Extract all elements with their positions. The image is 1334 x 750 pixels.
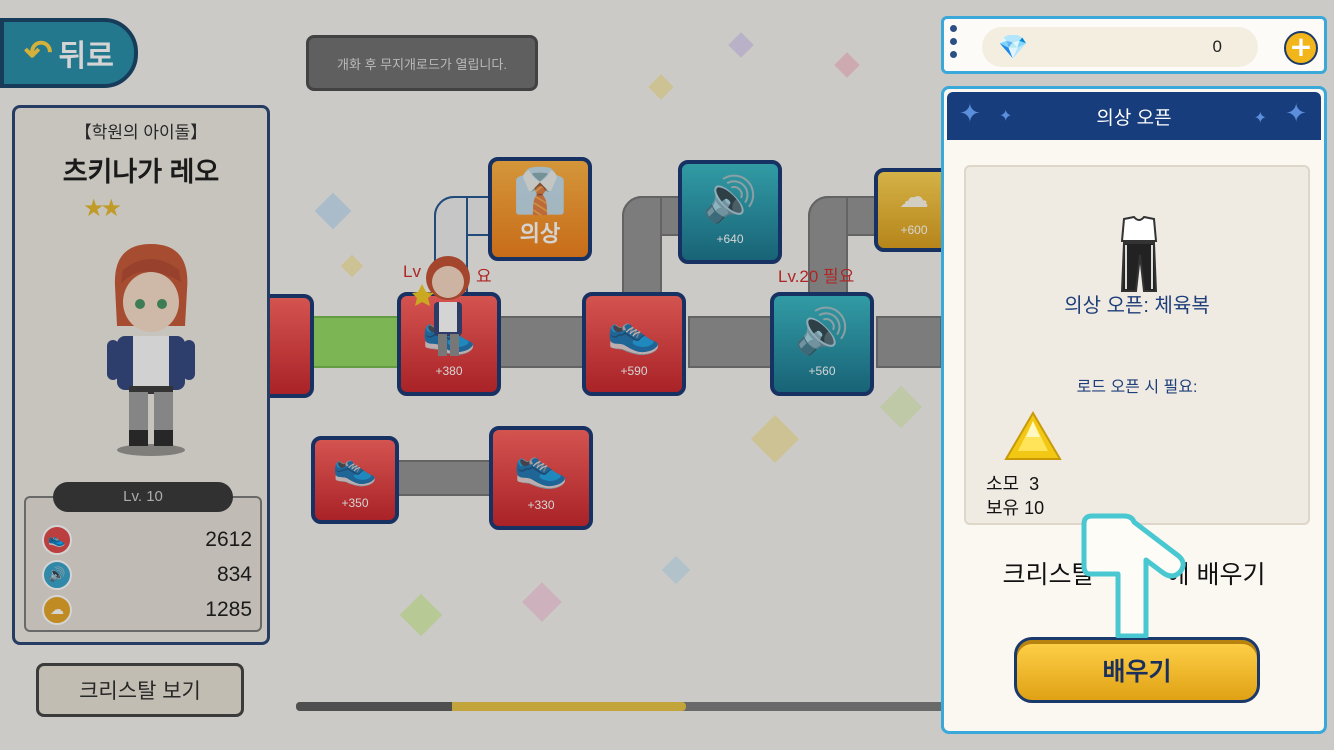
shoe-icon: 👟 xyxy=(42,525,72,555)
back-arrow-icon: ↶ xyxy=(24,34,53,72)
requirement-label: 로드 오픈 시 필요: xyxy=(1076,379,1198,396)
dots-decor xyxy=(950,25,957,58)
sound-icon: 🔊 xyxy=(794,306,850,357)
road-segment xyxy=(498,316,588,368)
character-name: 츠키나가 레오 xyxy=(62,157,220,187)
learn-button[interactable]: 배우기 xyxy=(1014,637,1260,703)
rainbow-road-tooltip: 개화 후 무지개로드가 열립니다. xyxy=(306,35,538,91)
confetti-decor xyxy=(879,385,923,429)
level-pill: Lv. 10 xyxy=(53,482,233,512)
character-portrait xyxy=(107,244,195,456)
rarity-stars: ★★ xyxy=(83,194,122,222)
confetti-decor xyxy=(661,555,691,585)
node-value: +380 xyxy=(435,364,463,378)
gym-uniform-icon xyxy=(1120,215,1158,292)
road-node-sound[interactable]: 🔊 +560 xyxy=(770,292,874,396)
character-marker xyxy=(412,256,470,356)
node-costume-label: 의상 xyxy=(519,221,561,246)
confetti-decor xyxy=(314,192,352,230)
sparkle-icon: ✦ xyxy=(959,98,981,128)
consume-label: 소모 xyxy=(986,474,1020,494)
road-node-partial[interactable] xyxy=(270,294,314,398)
sparkle-icon: ✦ xyxy=(999,108,1013,125)
sound-icon: 🔊 xyxy=(42,560,72,590)
road-segment xyxy=(396,460,494,496)
stat-value: 1285 xyxy=(205,598,252,621)
confetti-decor xyxy=(399,593,443,637)
node-value: +590 xyxy=(620,364,648,378)
stat-row-shoe: 👟 2612 xyxy=(42,524,252,556)
yellow-crystal-icon xyxy=(1004,411,1062,460)
road-segment xyxy=(876,316,942,368)
owned-label: 보유 xyxy=(986,498,1020,518)
add-gems-button[interactable]: + xyxy=(1284,31,1318,65)
owned-row: 보유 10 xyxy=(986,496,1044,520)
confetti-decor xyxy=(648,74,674,100)
stat-value: 834 xyxy=(216,563,252,586)
road-progress-fill xyxy=(296,702,686,711)
node-value: +350 xyxy=(341,496,369,510)
confetti-decor xyxy=(522,582,562,622)
confetti-decor xyxy=(728,32,754,58)
confetti-decor xyxy=(834,52,860,78)
sparkle-icon: ✦ xyxy=(1253,110,1267,127)
shoe-icon: 👟 xyxy=(513,440,569,491)
back-button-label: 뒤로 xyxy=(58,40,114,73)
stat-value: 2612 xyxy=(205,528,252,551)
diamond-icon: 💎 xyxy=(998,33,1028,61)
sound-icon: 🔊 xyxy=(702,174,758,225)
road-node-sound[interactable]: 🔊 +640 xyxy=(678,160,782,264)
shoe-icon: 👟 xyxy=(606,306,662,357)
panel-title: 의상 오픈 xyxy=(1096,107,1172,129)
star-icon: ★ xyxy=(100,194,122,222)
consume-row: 소모 3 xyxy=(986,472,1044,496)
shoe-icon: 👟 xyxy=(332,447,378,488)
node-value: +640 xyxy=(716,232,744,246)
back-button[interactable]: ↶ 뒤로 xyxy=(0,18,138,88)
confetti-decor xyxy=(750,414,800,464)
node-value: +330 xyxy=(527,498,555,512)
character-subtitle: 【학원의 아이돌】 xyxy=(74,123,208,142)
reward-card: 의상 오픈: 체육복 로드 오픈 시 필요: 소모 3 보유 10 xyxy=(964,165,1310,525)
road-progress-bar xyxy=(296,702,946,711)
node-value: +560 xyxy=(808,364,836,378)
road-node-shoe[interactable]: 👟 +350 xyxy=(311,436,399,524)
stat-box: 👟 2612 🔊 834 ☁ 1285 xyxy=(24,496,262,632)
stat-row-sound: 🔊 834 xyxy=(42,559,252,591)
cloud-icon: ☁ xyxy=(42,595,72,625)
owned-value: 10 xyxy=(1024,498,1045,518)
confetti-decor xyxy=(340,254,364,278)
cloud-icon: ☁ xyxy=(899,180,929,215)
crystal-cost: 소모 3 보유 10 xyxy=(986,472,1044,520)
gem-currency-bar: 💎 0 + xyxy=(941,16,1327,74)
road-node-costume[interactable]: 👔 의상 xyxy=(488,157,592,261)
character-panel: 【학원의 아이돌】 츠키나가 레오 ★★ 👟 2612 🔊 834 ☁ 1285… xyxy=(12,105,270,645)
road-node-shoe[interactable]: 👟 +590 xyxy=(582,292,686,396)
gem-field: 💎 0 xyxy=(982,27,1258,67)
stat-row-cloud: ☁ 1285 xyxy=(42,594,252,626)
panel-header: ✦ ✦ 의상 오픈 ✦ ✦ xyxy=(947,92,1321,140)
tutorial-hand-pointer-icon xyxy=(1081,513,1186,638)
sparkle-icon: ✦ xyxy=(1285,98,1307,128)
star-icon: ★ xyxy=(83,194,104,222)
node-value: +600 xyxy=(900,223,928,237)
level-requirement-label: Lv.20 필요 xyxy=(778,267,855,286)
consume-value: 3 xyxy=(1029,474,1040,494)
costume-icon: 👔 xyxy=(512,166,568,217)
gem-amount: 0 xyxy=(1212,37,1222,56)
reward-title: 의상 오픈: 체육복 xyxy=(1064,295,1210,317)
road-node-shoe[interactable]: 👟 +330 xyxy=(489,426,593,530)
road-segment xyxy=(688,316,778,368)
view-crystals-button[interactable]: 크리스탈 보기 xyxy=(36,663,244,717)
